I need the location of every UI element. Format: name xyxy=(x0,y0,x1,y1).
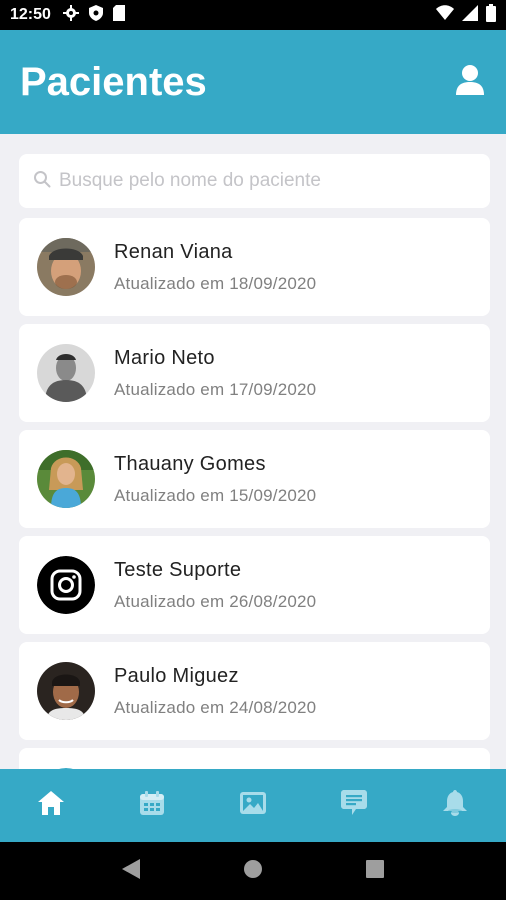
patient-card[interactable] xyxy=(19,748,490,769)
patient-updated-date: Atualizado em 26/08/2020 xyxy=(114,591,317,611)
home-icon xyxy=(37,791,64,820)
patient-avatar xyxy=(37,662,95,720)
patient-updated-date: Atualizado em 15/09/2020 xyxy=(114,485,317,505)
nav-notifications[interactable] xyxy=(425,776,485,836)
sd-card-icon xyxy=(112,4,125,26)
nav-messages[interactable] xyxy=(324,776,384,836)
recents-square-icon xyxy=(366,859,384,883)
nav-home[interactable] xyxy=(21,776,81,836)
search-input[interactable] xyxy=(59,170,476,192)
patient-card[interactable]: Paulo Miguez Atualizado em 24/08/2020 xyxy=(19,642,490,740)
patient-card[interactable]: Mario Neto Atualizado em 17/09/2020 xyxy=(19,324,490,422)
patient-avatar xyxy=(37,450,95,508)
search-box xyxy=(19,154,490,208)
gear-icon xyxy=(62,4,79,26)
back-triangle-icon xyxy=(122,858,140,884)
patient-updated-date: Atualizado em 18/09/2020 xyxy=(114,273,317,293)
profile-button[interactable] xyxy=(454,64,486,100)
home-circle-icon xyxy=(243,859,263,884)
patient-card[interactable]: Teste Suporte Atualizado em 26/08/2020 xyxy=(19,536,490,634)
status-bar: 12:50 xyxy=(0,0,506,30)
patient-name: Renan Viana xyxy=(114,240,233,263)
patient-card[interactable]: Renan Viana Atualizado em 18/09/2020 xyxy=(19,218,490,316)
patient-name: Thauany Gomes xyxy=(114,452,266,475)
patient-list: Renan Viana Atualizado em 18/09/2020 Mar… xyxy=(19,218,490,769)
shield-icon xyxy=(88,4,103,26)
patient-updated-date: Atualizado em 24/08/2020 xyxy=(114,697,317,717)
home-system-button[interactable] xyxy=(233,851,273,891)
app-header: Pacientes xyxy=(0,30,506,134)
page-title: Pacientes xyxy=(20,59,207,104)
bottom-nav xyxy=(0,769,506,842)
bell-icon xyxy=(443,790,468,821)
patient-name: Teste Suporte xyxy=(114,558,242,581)
patient-updated-date: Atualizado em 17/09/2020 xyxy=(114,379,317,399)
patient-name: Mario Neto xyxy=(114,346,215,369)
patient-card[interactable]: Thauany Gomes Atualizado em 15/09/2020 xyxy=(19,430,490,528)
battery-icon xyxy=(486,3,496,27)
nav-gallery[interactable] xyxy=(223,776,283,836)
back-button[interactable] xyxy=(111,851,151,891)
patient-name: Paulo Miguez xyxy=(114,664,239,687)
patient-avatar xyxy=(37,344,95,402)
calendar-icon xyxy=(139,791,164,820)
recents-button[interactable] xyxy=(355,851,395,891)
signal-icon xyxy=(462,4,478,26)
wifi-icon xyxy=(436,4,454,26)
instagram-logo-icon xyxy=(37,556,95,614)
search-icon xyxy=(33,170,51,193)
patient-avatar xyxy=(37,238,95,296)
user-icon xyxy=(456,64,484,100)
system-nav-bar xyxy=(0,842,506,900)
image-icon xyxy=(239,792,266,819)
status-time: 12:50 xyxy=(10,6,51,23)
chat-icon xyxy=(341,790,368,821)
nav-calendar[interactable] xyxy=(122,776,182,836)
